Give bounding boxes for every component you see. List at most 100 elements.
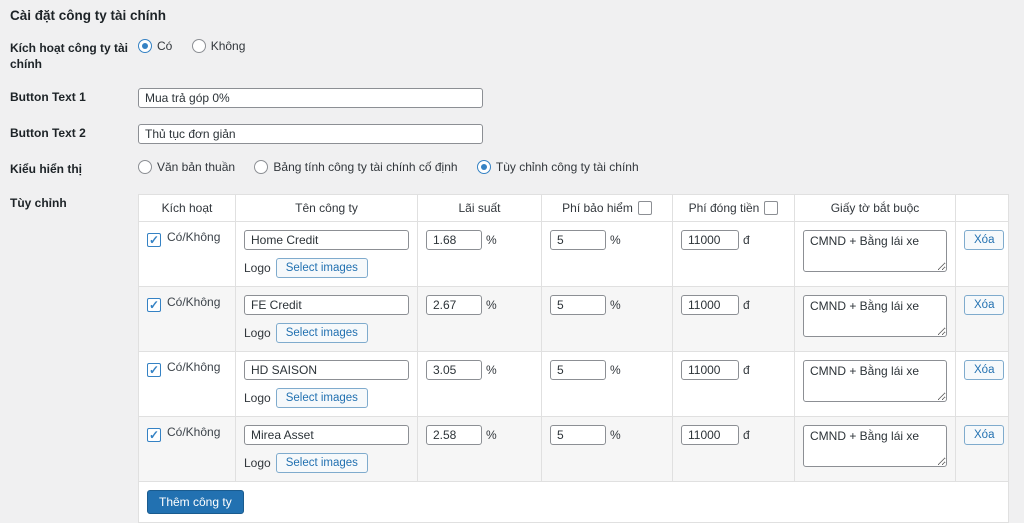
company-name-input[interactable] bbox=[244, 359, 409, 380]
add-company-button[interactable]: Thêm công ty bbox=[147, 489, 244, 514]
delete-button[interactable]: Xóa bbox=[964, 229, 1005, 250]
button-text-2-input[interactable] bbox=[138, 124, 483, 145]
rate-input[interactable] bbox=[426, 294, 482, 315]
company-row: ✓ Có/Không Logo Select images % bbox=[138, 285, 1009, 352]
payment-suffix: đ bbox=[743, 232, 750, 247]
form-row-button-text-1: Button Text 1 bbox=[10, 88, 1014, 109]
button-text-1-input[interactable] bbox=[138, 88, 483, 109]
payment-input[interactable] bbox=[681, 359, 739, 380]
form-row-customize: Tùy chỉnh Kích hoạt Tên công ty Lãi suất… bbox=[10, 193, 1014, 523]
insurance-input[interactable] bbox=[550, 359, 606, 380]
row-enabled-checkbox[interactable]: ✓ bbox=[147, 232, 161, 247]
rate-suffix: % bbox=[486, 297, 497, 312]
select-images-button[interactable]: Select images bbox=[275, 322, 368, 343]
form-row-button-text-2: Button Text 2 bbox=[10, 124, 1014, 145]
radio-custom-label: Tùy chỉnh công ty tài chính bbox=[495, 160, 639, 175]
row-toggle-label: Có/Không bbox=[167, 294, 221, 309]
row-enabled-checkbox[interactable]: ✓ bbox=[147, 297, 161, 312]
payment-input[interactable] bbox=[681, 294, 739, 315]
header-company: Tên công ty bbox=[235, 193, 418, 222]
logo-label: Logo bbox=[244, 260, 271, 275]
customize-label: Tùy chỉnh bbox=[10, 195, 67, 210]
row-enabled-checkbox[interactable]: ✓ bbox=[147, 427, 161, 442]
company-row: ✓ Có/Không Logo Select images % bbox=[138, 220, 1009, 287]
radio-option-no[interactable]: Không bbox=[191, 39, 246, 53]
radio-fixed-table-label: Bảng tính công ty tài chính cố định bbox=[273, 160, 458, 175]
header-insurance: Phí bảo hiểm ✓ bbox=[541, 193, 673, 222]
companies-table: Kích hoạt Tên công ty Lãi suất Phí bảo h… bbox=[138, 193, 1009, 523]
radio-plain-text-icon[interactable] bbox=[138, 160, 152, 175]
insurance-suffix: % bbox=[610, 362, 621, 377]
table-header-row: Kích hoạt Tên công ty Lãi suất Phí bảo h… bbox=[138, 193, 1009, 222]
logo-label: Logo bbox=[244, 390, 271, 405]
delete-button[interactable]: Xóa bbox=[964, 424, 1005, 445]
radio-no-label: Không bbox=[210, 39, 246, 53]
documents-textarea[interactable] bbox=[803, 294, 947, 337]
rate-suffix: % bbox=[486, 232, 497, 247]
documents-textarea[interactable] bbox=[803, 229, 947, 272]
radio-option-fixed-table[interactable]: Bảng tính công ty tài chính cố định bbox=[254, 160, 460, 175]
payment-header-checkbox[interactable]: ✓ bbox=[764, 200, 779, 215]
display-type-label: Kiểu hiển thị bbox=[10, 162, 82, 177]
radio-option-yes[interactable]: Có bbox=[138, 39, 176, 53]
company-row: ✓ Có/Không Logo Select images % bbox=[138, 350, 1009, 417]
header-payment: Phí đóng tiền ✓ bbox=[672, 193, 795, 222]
company-name-input[interactable] bbox=[244, 294, 409, 315]
header-insurance-label: Phí bảo hiểm bbox=[562, 200, 633, 215]
select-images-button[interactable]: Select images bbox=[275, 452, 368, 473]
insurance-input[interactable] bbox=[550, 424, 606, 445]
table-footer-row: Thêm công ty bbox=[138, 480, 1009, 523]
button-text-2-label: Button Text 2 bbox=[10, 126, 86, 141]
payment-suffix: đ bbox=[743, 297, 750, 312]
radio-fixed-table-icon[interactable] bbox=[254, 160, 269, 175]
insurance-header-checkbox[interactable]: ✓ bbox=[637, 200, 652, 215]
rate-suffix: % bbox=[486, 362, 497, 377]
select-images-button[interactable]: Select images bbox=[275, 257, 368, 278]
select-images-button[interactable]: Select images bbox=[275, 387, 368, 408]
header-rate: Lãi suất bbox=[417, 193, 542, 222]
payment-suffix: đ bbox=[743, 362, 750, 377]
delete-button[interactable]: Xóa bbox=[964, 294, 1005, 315]
payment-input[interactable] bbox=[681, 229, 739, 250]
payment-suffix: đ bbox=[743, 427, 750, 442]
button-text-1-label: Button Text 1 bbox=[10, 90, 86, 105]
insurance-suffix: % bbox=[610, 297, 621, 312]
radio-custom-icon[interactable] bbox=[476, 160, 491, 175]
insurance-suffix: % bbox=[610, 232, 621, 247]
display-type-field: Văn bản thuần Bảng tính công ty tài chín… bbox=[138, 160, 1014, 175]
radio-yes-icon[interactable] bbox=[138, 39, 152, 53]
form-row-display-type: Kiểu hiển thị Văn bản thuần Bảng tính cô… bbox=[10, 160, 1014, 178]
header-activate: Kích hoạt bbox=[138, 193, 236, 222]
company-name-input[interactable] bbox=[244, 424, 409, 445]
activate-label: Kích hoạt công ty tài chính bbox=[10, 41, 129, 71]
radio-plain-text-label: Văn bản thuần bbox=[157, 160, 236, 175]
row-toggle-label: Có/Không bbox=[167, 229, 221, 244]
row-toggle-label: Có/Không bbox=[167, 359, 221, 374]
header-payment-label: Phí đóng tiền bbox=[688, 200, 760, 215]
insurance-input[interactable] bbox=[550, 229, 606, 250]
rate-input[interactable] bbox=[426, 424, 482, 445]
activate-field: Có Không bbox=[138, 39, 1014, 53]
documents-textarea[interactable] bbox=[803, 424, 947, 467]
logo-label: Logo bbox=[244, 455, 271, 470]
radio-yes-label: Có bbox=[157, 39, 173, 53]
settings-page: Cài đặt công ty tài chính Kích hoạt công… bbox=[0, 0, 1024, 523]
company-name-input[interactable] bbox=[244, 229, 409, 250]
documents-textarea[interactable] bbox=[803, 359, 947, 402]
insurance-input[interactable] bbox=[550, 294, 606, 315]
insurance-suffix: % bbox=[610, 427, 621, 442]
header-documents: Giấy tờ bắt buộc bbox=[794, 193, 956, 222]
rate-input[interactable] bbox=[426, 359, 482, 380]
radio-no-icon[interactable] bbox=[191, 39, 206, 53]
radio-option-plain-text[interactable]: Văn bản thuần bbox=[138, 160, 238, 175]
radio-option-custom[interactable]: Tùy chỉnh công ty tài chính bbox=[476, 160, 639, 175]
form-row-activate: Kích hoạt công ty tài chính Có Không bbox=[10, 39, 1014, 72]
delete-button[interactable]: Xóa bbox=[964, 359, 1005, 380]
header-actions bbox=[955, 193, 1009, 222]
rate-input[interactable] bbox=[426, 229, 482, 250]
page-title: Cài đặt công ty tài chính bbox=[10, 8, 167, 23]
rate-suffix: % bbox=[486, 427, 497, 442]
row-toggle-label: Có/Không bbox=[167, 424, 221, 439]
payment-input[interactable] bbox=[681, 424, 739, 445]
row-enabled-checkbox[interactable]: ✓ bbox=[147, 362, 161, 377]
